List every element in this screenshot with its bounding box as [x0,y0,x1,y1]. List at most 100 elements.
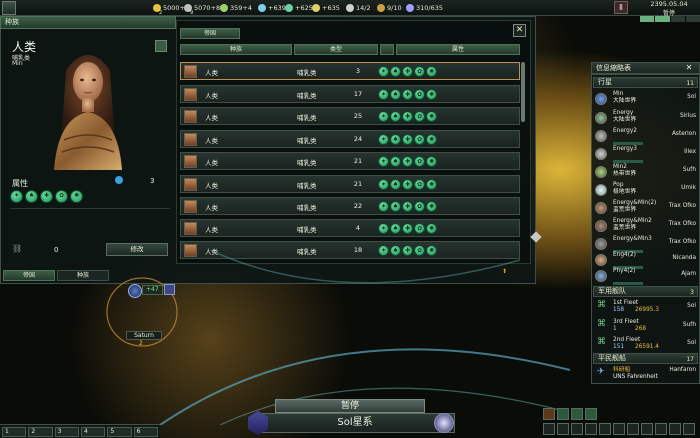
starbase-icon[interactable] [164,284,175,295]
table-row[interactable]: 人类 哺乳类 24 ✦ ♠ ✚ ✿ ✺ [180,130,520,148]
species-flag-icon[interactable] [155,40,167,52]
system-marker-icon[interactable]: ⬆ [502,268,507,275]
trait-icon[interactable]: ✿ [55,190,68,203]
trait-icon[interactable]: ✦ [378,89,389,100]
trait-icon[interactable]: ✿ [414,179,425,190]
current-system-name[interactable]: Sol星系 [255,413,455,433]
trait-icon[interactable]: ✦ [378,201,389,212]
hotkey-button-1[interactable]: 1 [2,427,27,437]
trait-icon[interactable]: ✺ [426,201,437,212]
menu-icon[interactable] [683,423,695,435]
trait-icon[interactable]: ✚ [402,179,413,190]
menu-icon[interactable] [599,423,611,435]
list-tab-empire[interactable]: 帝国 [180,28,240,39]
hotkey-button-5[interactable]: 5 [107,427,132,437]
outliner-section-civilian[interactable]: 平民舰船 17 [593,353,698,364]
menu-icon[interactable] [669,423,681,435]
trait-icon[interactable]: ✚ [402,89,413,100]
empire-flag-icon[interactable] [2,1,16,15]
trait-icon[interactable]: ✦ [378,66,389,77]
trait-icon[interactable]: ✺ [426,66,437,77]
trait-icon[interactable]: ♠ [390,66,401,77]
menu-icon[interactable] [557,423,569,435]
menu-icon[interactable] [613,423,625,435]
alert-icon[interactable] [543,408,555,420]
trait-icon[interactable]: ✿ [414,156,425,167]
trait-icon[interactable]: ✺ [70,190,83,203]
trait-icon[interactable]: ✚ [402,201,413,212]
trait-icon[interactable]: ♠ [390,111,401,122]
trait-icon[interactable]: ✦ [378,223,389,234]
column-header-traits[interactable]: 属性 [396,44,520,55]
trait-icon[interactable]: ✦ [378,111,389,122]
trait-icon[interactable]: ✚ [402,156,413,167]
column-header-type[interactable]: 类型 [294,44,378,55]
speed-pip[interactable] [670,16,685,22]
trait-icon[interactable]: ✦ [378,179,389,190]
galaxy-view-icon[interactable] [434,413,454,433]
notification-icon[interactable] [585,408,597,420]
resource-physics[interactable]: +639 [258,2,286,14]
column-header-species[interactable]: 种族 [180,44,292,55]
resource-engineering[interactable]: +635 [312,2,340,14]
table-row[interactable]: 人类 哺乳类 3 ✦ ♠ ✚ ✿ ✺ [180,62,520,80]
trait-icon[interactable]: ✺ [426,134,437,145]
outliner-civilian-item[interactable]: ✈ 科研船 UNS Fahrenheit Hanfaron [593,366,698,388]
trait-icon[interactable]: ✿ [414,111,425,122]
trait-icon[interactable]: ✿ [414,223,425,234]
table-row[interactable]: 人类 哺乳类 21 ✦ ♠ ✚ ✿ ✺ [180,175,520,193]
trait-icon[interactable]: ♠ [390,179,401,190]
trait-icon[interactable]: ✿ [414,134,425,145]
resource-society[interactable]: +625 [285,2,313,14]
trait-icon[interactable]: ✦ [10,190,23,203]
menu-icon[interactable] [641,423,653,435]
close-icon[interactable]: ✕ [513,24,526,37]
situation-icon[interactable] [557,408,569,420]
trait-icon[interactable]: ♠ [390,134,401,145]
column-header-pops-icon[interactable] [380,44,394,55]
menu-icon[interactable] [655,423,667,435]
resource-influence[interactable]: 14/2 [346,2,371,14]
trait-icon[interactable]: ✿ [414,89,425,100]
trait-icon[interactable]: ✦ [378,134,389,145]
hotkey-button-3[interactable]: 3 [54,427,79,437]
trait-icon[interactable]: ✺ [426,179,437,190]
trait-icon[interactable]: ✚ [402,134,413,145]
menu-icon[interactable] [627,423,639,435]
trait-icon[interactable]: ♠ [390,89,401,100]
outliner-close-icon[interactable]: ✕ [684,63,694,73]
trait-icon[interactable]: ✚ [402,111,413,122]
trait-icon[interactable]: ✦ [378,156,389,167]
report-icon[interactable] [571,408,583,420]
saturn-label[interactable]: Saturn [126,331,162,340]
menu-icon[interactable] [585,423,597,435]
trait-icon[interactable]: ♠ [25,190,38,203]
trait-icon[interactable]: ✺ [426,111,437,122]
menu-icon[interactable] [571,423,583,435]
trait-icon[interactable]: ✚ [402,223,413,234]
speed-selector[interactable] [640,16,700,22]
table-row[interactable]: 人类 哺乳类 4 ✦ ♠ ✚ ✿ ✺ [180,219,520,237]
menu-icon[interactable] [543,423,555,435]
table-row[interactable]: 人类 哺乳类 25 ✦ ♠ ✚ ✿ ✺ [180,107,520,125]
resource-food[interactable]: 359+4 [220,2,252,14]
speed-pip[interactable] [640,16,655,22]
saturn-planet-icon[interactable] [128,284,142,298]
list-scrollbar[interactable] [521,62,525,122]
table-row[interactable]: 人类 哺乳类 22 ✦ ♠ ✚ ✿ ✺ [180,197,520,215]
hotkey-button-4[interactable]: 4 [80,427,106,437]
pause-toggle-button[interactable]: Ⅱ [614,1,628,14]
table-row[interactable]: 人类 哺乳类 21 ✦ ♠ ✚ ✿ ✺ [180,152,520,170]
trait-icon[interactable]: ✺ [426,89,437,100]
trait-icon[interactable]: ✚ [40,190,53,203]
speed-pip[interactable] [685,16,700,22]
hotkey-button-2[interactable]: 2 [28,427,53,437]
trait-icon[interactable]: ♠ [390,201,401,212]
trait-icon[interactable]: ✿ [414,66,425,77]
trait-icon[interactable]: ♠ [390,156,401,167]
trait-icon[interactable]: ✿ [414,201,425,212]
table-row[interactable]: 人类 哺乳类 17 ✦ ♠ ✚ ✿ ✺ [180,85,520,103]
trait-icon[interactable]: ✺ [426,156,437,167]
trait-icon[interactable]: ✚ [402,66,413,77]
trait-icon[interactable]: ♠ [390,223,401,234]
